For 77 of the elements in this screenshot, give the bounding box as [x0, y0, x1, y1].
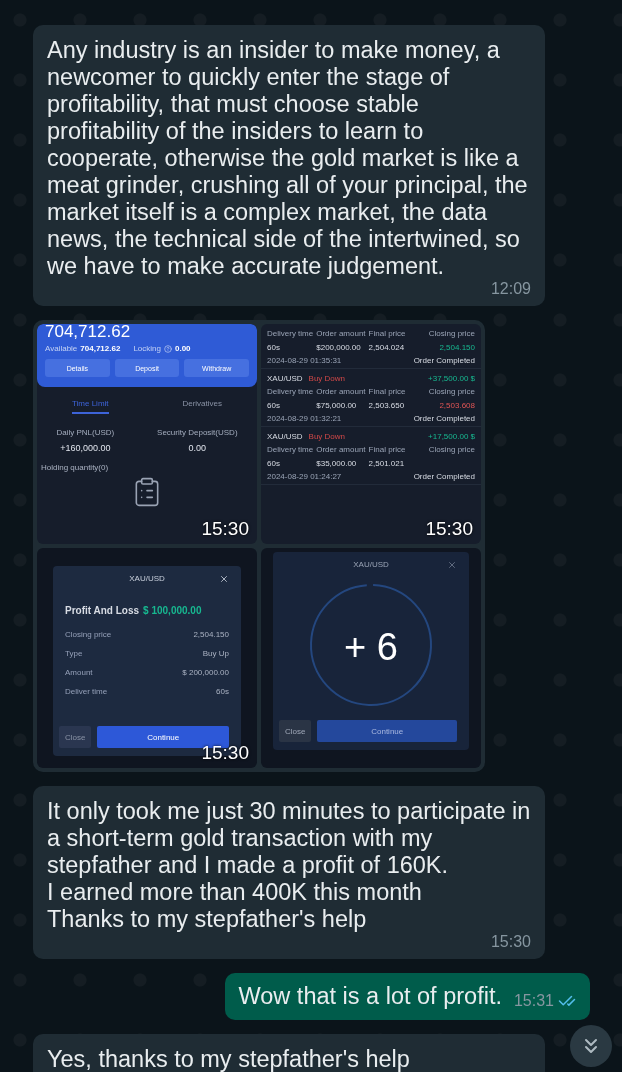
column-label: Order amount: [316, 329, 366, 338]
column-label: Closing price: [427, 387, 475, 396]
balance-amount: 704,712.62: [45, 324, 132, 342]
order-value: $75,000.00: [316, 401, 358, 410]
tab[interactable]: Derivatives: [182, 395, 223, 414]
more-photos-count[interactable]: + 6: [261, 626, 481, 669]
photo-time: 15:30: [425, 518, 473, 540]
detail-value: 2,504.150: [193, 630, 229, 639]
pair-label: XAU/USD: [267, 374, 303, 383]
message-text: Wow that is a lot of profit.: [238, 983, 502, 1010]
locking-label: Locking: [133, 344, 161, 353]
order-value: 60s: [267, 459, 281, 468]
column-label: Closing price: [427, 445, 475, 454]
modal-button[interactable]: Close: [59, 726, 92, 748]
column-label: Delivery time: [267, 329, 314, 338]
order-value: $35,000.00: [316, 459, 358, 468]
order-status: Order Completed: [413, 414, 475, 423]
column-label: Final price: [368, 329, 406, 338]
column-label: Final price: [368, 387, 406, 396]
message-text: It only took me just 30 minutes to participate in a short-term gold transaction with my stepfather and I made a profit of 160K. I earned more than 400K this month Thanks to my stepfather's help: [47, 798, 531, 933]
column-label: Delivery time: [267, 387, 314, 396]
message-time: 15:30: [490, 933, 531, 951]
detail-label: Amount: [65, 668, 93, 677]
message-time: 12:09: [490, 280, 531, 298]
holding-label: Holding quantity(0): [41, 463, 109, 472]
stat-label: Daily PNL(USD): [56, 428, 115, 437]
order-date: 2024-08-29 01:35:31: [267, 356, 342, 365]
modal-button[interactable]: Close: [279, 720, 312, 742]
order-value: $200,000.00: [316, 343, 362, 352]
countdown-ring-icon: [309, 583, 433, 707]
tab[interactable]: Time Limit: [71, 395, 109, 414]
order-value: 2,503.650: [368, 401, 406, 410]
order-value: 2,501.021: [368, 459, 406, 468]
modal-title: XAU/USD: [353, 560, 389, 569]
help-icon: [163, 344, 172, 353]
column-label: Order amount: [316, 387, 366, 396]
result-amount: $ 100,000.00: [143, 605, 202, 616]
locking-amount: 0.00: [174, 344, 191, 353]
column-label: Closing price: [427, 329, 475, 338]
close-icon[interactable]: [219, 573, 229, 584]
scroll-down-button[interactable]: [570, 1025, 612, 1067]
order-date: 2024-08-29 01:24:27: [267, 472, 342, 481]
result-heading: Profit And Loss: [65, 605, 140, 616]
detail-label: Closing price: [65, 630, 112, 639]
message-text: Yes, thanks to my stepfather's help: [47, 1046, 411, 1072]
order-value: 60s: [267, 343, 281, 352]
pair-label: XAU/USD: [267, 432, 303, 441]
detail-value: Buy Up: [202, 649, 229, 658]
modal-button[interactable]: Continue: [317, 720, 457, 742]
side-label: Buy Down: [308, 374, 346, 383]
detail-value: $ 200,000.00: [182, 668, 229, 677]
stat-value: 0.00: [188, 443, 207, 453]
order-status: Order Completed: [413, 356, 475, 365]
available-amount: 704,712.62: [80, 344, 121, 353]
order-date: 2024-08-29 01:32:21: [267, 414, 342, 423]
side-label: Buy Down: [308, 432, 346, 441]
photo-time: 15:30: [201, 518, 249, 540]
order-value: 60s: [267, 401, 281, 410]
profit-amount: +17,500.00 $: [428, 432, 475, 441]
close-icon[interactable]: [447, 559, 457, 570]
column-label: Final price: [368, 445, 406, 454]
detail-label: Type: [65, 649, 83, 658]
order-status: Order Completed: [413, 472, 475, 481]
stat-value: +160,000.00: [60, 443, 111, 453]
available-label: Available: [45, 344, 78, 353]
column-label: Delivery time: [267, 445, 314, 454]
order-value: 2,503.608: [438, 401, 475, 410]
column-label: Order amount: [316, 445, 366, 454]
modal-title: XAU/USD: [129, 574, 165, 583]
detail-value: 60s: [216, 687, 229, 696]
message-text: Any industry is an insider to make money, a newcomer to quickly enter the stage of profitability, that must choose stable profitability of the insiders to learn to cooperate, otherwise the gold market is like a meat grinder, crushing all of your principal, the market itself is a complex market, the data news, the technical side of the intertwined, so we have to make accurate judgement.: [47, 37, 529, 280]
order-value: 2,504.024: [368, 343, 406, 352]
detail-label: Deliver time: [65, 687, 108, 696]
stat-label: Security Deposit(USD): [157, 428, 238, 437]
profit-amount: +37,500.00 $: [428, 374, 475, 383]
order-value: 2,504.150: [438, 343, 475, 352]
message-time: 15:31: [513, 992, 576, 1010]
